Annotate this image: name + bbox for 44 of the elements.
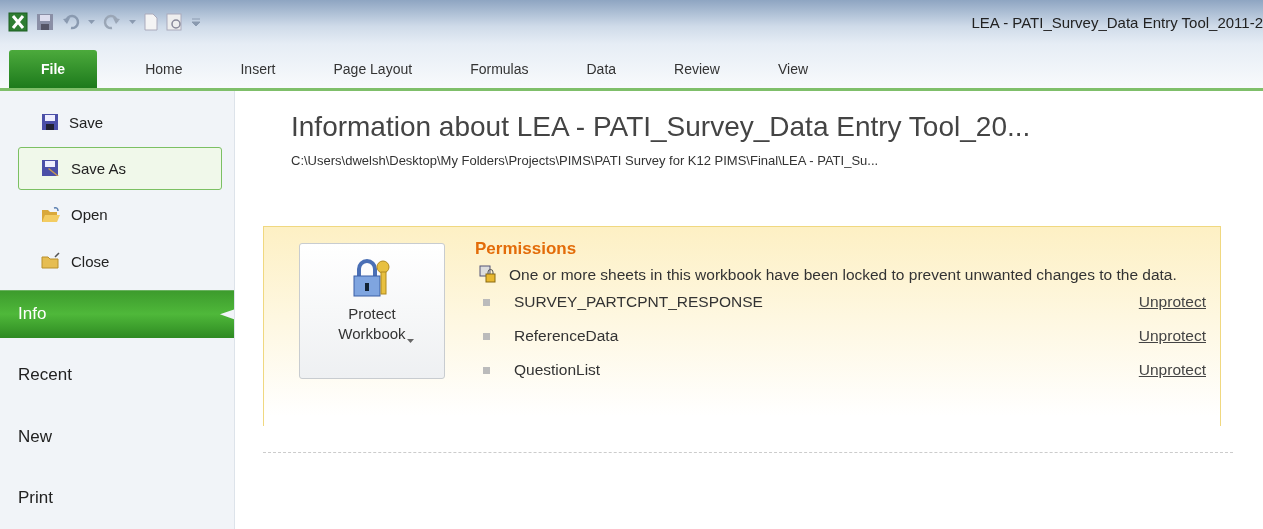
menu-item[interactable]: Open: [18, 193, 222, 236]
locked-sheets-icon: [479, 265, 497, 283]
backstage-tab[interactable]: Recent: [0, 344, 246, 406]
menu-item[interactable]: Save As: [18, 147, 222, 190]
unprotect-link[interactable]: Unprotect: [1138, 361, 1206, 380]
ribbon-tab[interactable]: Home: [117, 50, 211, 88]
document-icon[interactable]: [144, 13, 158, 31]
permissions-message: One or more sheets in this workbook have been locked to prevent unwanted changes to the data.: [509, 265, 1177, 285]
menu-item[interactable]: Close: [18, 240, 222, 283]
ribbon-tab[interactable]: Page Layout: [305, 50, 441, 88]
backstage-tab[interactable]: New: [0, 405, 246, 468]
window-title: LEA - PATI_Survey_Data Entry Tool_2011-2: [971, 13, 1263, 31]
ribbon-tab[interactable]: Data: [558, 50, 645, 88]
print-preview-icon[interactable]: [166, 13, 184, 31]
folder-icon: [41, 252, 61, 271]
bullet-icon: [483, 366, 490, 374]
bullet-icon: [483, 298, 490, 306]
ribbon-tab[interactable]: Review: [646, 50, 748, 88]
ribbon-tab[interactable]: Formulas: [442, 50, 557, 88]
caret-icon: [407, 339, 414, 343]
dropdown-icon[interactable]: [129, 19, 136, 25]
section-heading: Permissions: [475, 239, 578, 259]
save-icon[interactable]: [36, 13, 54, 31]
ribbon-tab[interactable]: Insert: [212, 50, 304, 88]
ribbon-tab[interactable]: File: [9, 50, 98, 88]
unprotect-link[interactable]: Unprotect: [1138, 293, 1206, 312]
excel-logo-icon[interactable]: [8, 12, 28, 32]
protect-workbook-button[interactable]: Protect Workbook: [299, 243, 445, 379]
ribbon-tab[interactable]: View: [749, 50, 837, 88]
sheet-name: QuestionList: [514, 361, 602, 380]
lock-and-key-icon: [353, 258, 391, 298]
file-path: C:\Users\dwelsh\Desktop\My Folders\Projects\PIMS\PATI Survey for K12 PIMS\Final\LEA - PATI_Su...: [291, 153, 880, 168]
backstage-tab[interactable]: Print: [0, 467, 246, 529]
bullet-icon: [483, 332, 490, 340]
folder-icon: [41, 205, 61, 224]
unprotect-link[interactable]: Unprotect: [1138, 327, 1206, 346]
page-title: Information about LEA - PATI_Survey_Data Entry Tool_20...: [291, 111, 1032, 143]
customize-icon[interactable]: [192, 17, 200, 27]
dropdown-icon[interactable]: [88, 19, 95, 25]
menu-item[interactable]: Save: [18, 101, 222, 144]
redo-icon[interactable]: [103, 13, 121, 31]
sheet-name: SURVEY_PARTCPNT_RESPONSE: [514, 293, 764, 312]
sheet-name: ReferenceData: [514, 327, 620, 346]
undo-icon[interactable]: [62, 13, 80, 31]
